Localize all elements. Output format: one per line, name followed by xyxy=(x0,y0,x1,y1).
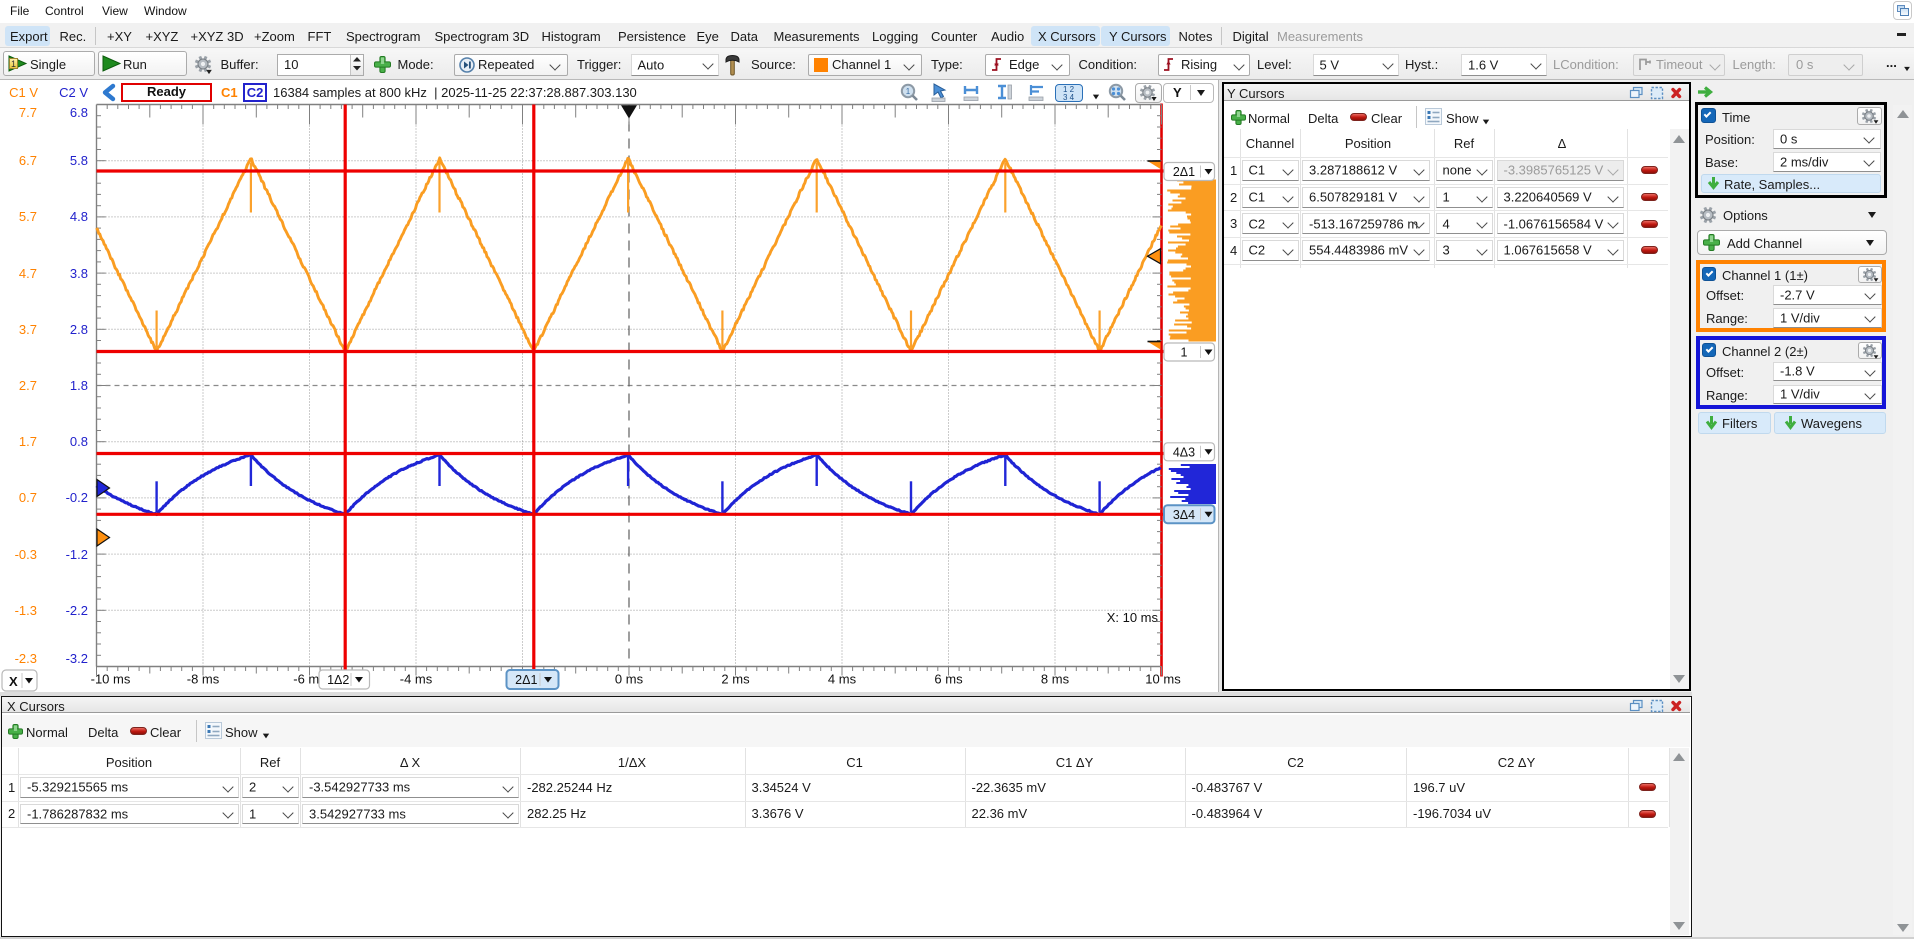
svg-text:-4 ms: -4 ms xyxy=(400,672,433,687)
svg-text:1Δ2: 1Δ2 xyxy=(327,673,349,687)
svg-text:2Δ1: 2Δ1 xyxy=(1173,165,1195,179)
svg-text:0 ms: 0 ms xyxy=(615,672,644,687)
svg-text:-8 ms: -8 ms xyxy=(187,672,220,687)
svg-text:4Δ3: 4Δ3 xyxy=(1173,445,1195,459)
svg-text:10 ms: 10 ms xyxy=(1145,672,1181,687)
svg-text:2Δ1: 2Δ1 xyxy=(515,673,537,687)
svg-text:6 ms: 6 ms xyxy=(934,672,963,687)
svg-text:4 ms: 4 ms xyxy=(828,672,857,687)
svg-text:8 ms: 8 ms xyxy=(1041,672,1070,687)
svg-text:3Δ4: 3Δ4 xyxy=(1173,508,1195,522)
svg-text:1: 1 xyxy=(1181,346,1188,360)
svg-text:-10 ms: -10 ms xyxy=(91,672,131,687)
svg-text:2 ms: 2 ms xyxy=(721,672,750,687)
svg-text:X: 10 ms: X: 10 ms xyxy=(1107,610,1159,625)
svg-text:X: X xyxy=(9,674,18,689)
